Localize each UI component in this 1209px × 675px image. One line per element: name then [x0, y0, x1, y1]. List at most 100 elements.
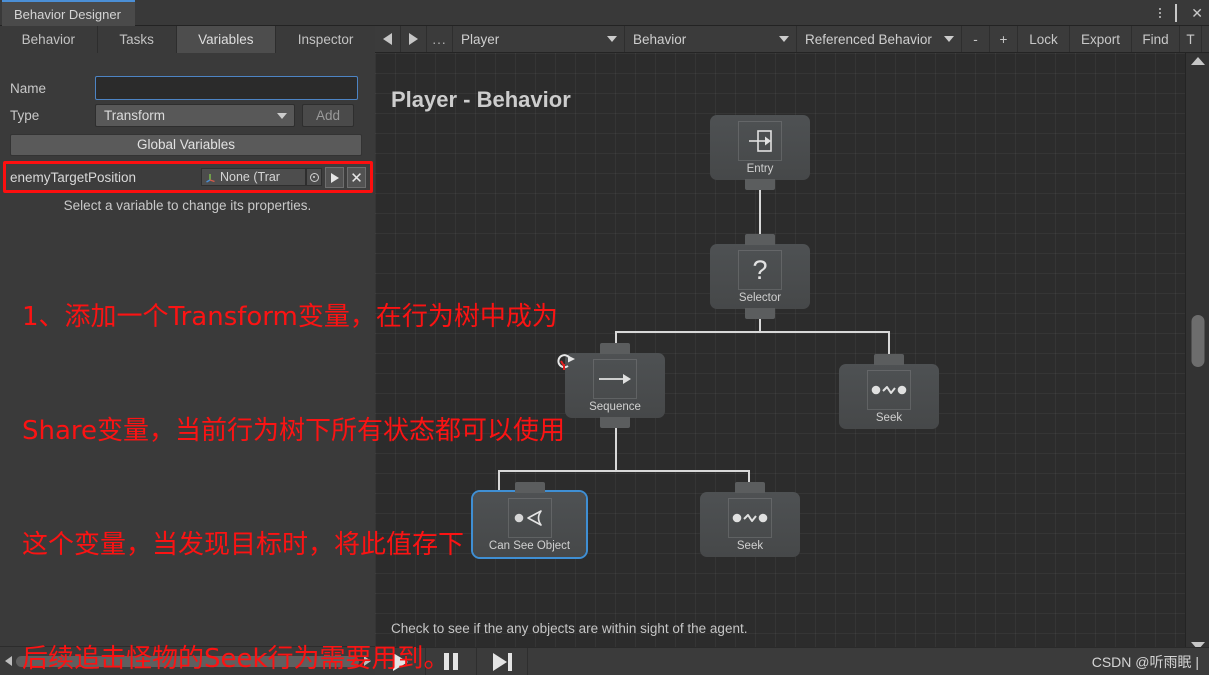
right-arrow-icon: [593, 359, 637, 399]
referenced-behavior-dropdown[interactable]: Referenced Behavior: [797, 26, 962, 52]
window-tab-behavior-designer[interactable]: Behavior Designer: [2, 0, 135, 26]
step-forward-icon: [492, 652, 512, 671]
tab-variables[interactable]: Variables: [176, 26, 277, 53]
scroll-left-arrow-icon[interactable]: [0, 656, 16, 666]
tab-inspector[interactable]: Inspector: [276, 26, 375, 53]
node-output-port[interactable]: [745, 308, 775, 319]
variables-panel: Behavior Tasks Variables Inspector Name …: [0, 26, 375, 646]
close-icon[interactable]: ✕: [1191, 6, 1203, 20]
entry-arrow-icon: [738, 121, 782, 161]
node-input-port[interactable]: [735, 482, 765, 493]
breadcrumb-more-button[interactable]: ...: [427, 26, 453, 52]
node-can-see-object[interactable]: Can See Object: [473, 482, 586, 557]
node-input-port[interactable]: [874, 354, 904, 365]
edge-sequence-bus: [498, 470, 750, 472]
name-input[interactable]: [95, 76, 358, 100]
window-title-bar: Behavior Designer ✕: [0, 0, 1209, 26]
window-controls: ✕: [1159, 0, 1203, 26]
task-description-text: Check to see if the any objects are with…: [391, 621, 748, 636]
node-seek-2[interactable]: Seek: [700, 482, 800, 557]
variables-hint-text: Select a variable to change its properti…: [63, 198, 312, 213]
remove-variable-button[interactable]: ✕: [347, 167, 366, 188]
node-label: Can See Object: [488, 540, 571, 552]
behavior-dropdown[interactable]: Behavior: [625, 26, 797, 52]
export-button[interactable]: Export: [1070, 26, 1132, 52]
referenced-behavior-value: Referenced Behavior: [805, 31, 932, 47]
step-button[interactable]: [477, 648, 528, 675]
tab-tasks[interactable]: Tasks: [97, 26, 177, 53]
object-dropdown-value: Player: [461, 31, 500, 47]
scroll-right-arrow-icon[interactable]: [359, 656, 375, 666]
variable-object-field[interactable]: None (Trar: [201, 168, 306, 186]
node-label: Seek: [875, 412, 903, 424]
node-label: Sequence: [589, 401, 641, 413]
chevron-down-icon: [607, 36, 617, 42]
panel-tabs: Behavior Tasks Variables Inspector: [0, 26, 375, 53]
node-label: Selector: [738, 292, 782, 304]
chevron-down-icon: [277, 112, 287, 119]
behavior-designer-window: Behavior Designer ✕ Behavior Tasks Varia…: [0, 0, 1209, 675]
type-label: Type: [10, 108, 40, 123]
nav-forward-button[interactable]: [401, 26, 427, 52]
seek-icon: [728, 498, 772, 538]
target-picker-icon[interactable]: [306, 168, 322, 186]
variable-name-label: enemyTargetPosition: [10, 169, 137, 185]
playback-toolbar: CSDN @听雨眠 |: [375, 647, 1209, 675]
play-arrow-icon[interactable]: [325, 167, 344, 188]
edge-selector-bus: [615, 331, 890, 333]
eye-cone-icon: [507, 498, 552, 538]
repeater-icon: [557, 354, 575, 370]
node-entry[interactable]: Entry: [710, 115, 810, 190]
graph-toolbar: ... Player Behavior Referenced Behavior …: [375, 26, 1209, 53]
add-variable-button[interactable]: Add: [302, 104, 354, 127]
graph-canvas[interactable]: Player - Behavior Entry ? Selector Seque…: [375, 53, 1185, 648]
maximize-icon[interactable]: [1175, 4, 1178, 22]
node-input-port[interactable]: [514, 482, 545, 493]
play-icon: [392, 652, 408, 671]
zoom-in-button[interactable]: +: [990, 26, 1018, 52]
variable-object-value: None (Trar: [220, 170, 280, 184]
play-button[interactable]: [375, 648, 426, 675]
scroll-thumb[interactable]: [16, 655, 359, 667]
find-button[interactable]: Find: [1132, 26, 1180, 52]
type-row: Type Transform Add: [0, 104, 375, 127]
type-dropdown[interactable]: Transform: [95, 104, 295, 127]
node-label: Entry: [746, 163, 774, 175]
node-output-port[interactable]: [745, 179, 775, 190]
toolbar-overflow-button[interactable]: T: [1180, 26, 1202, 52]
name-row: Name: [0, 76, 375, 100]
zoom-out-button[interactable]: -: [962, 26, 990, 52]
name-label: Name: [10, 80, 47, 96]
nav-back-button[interactable]: [375, 26, 401, 52]
variable-row-highlight: enemyTargetPosition None (Trar ✕: [3, 161, 373, 193]
object-dropdown[interactable]: Player: [453, 26, 625, 52]
kebab-menu-icon[interactable]: [1159, 8, 1162, 18]
node-selector[interactable]: ? Selector: [710, 234, 810, 319]
pause-button[interactable]: [426, 648, 477, 675]
node-output-port[interactable]: [600, 417, 630, 428]
scroll-up-arrow-icon[interactable]: [1190, 57, 1205, 65]
tab-behavior[interactable]: Behavior: [0, 26, 98, 53]
question-mark-icon: ?: [738, 250, 782, 290]
transform-axis-icon: [206, 174, 215, 183]
lock-button[interactable]: Lock: [1018, 26, 1070, 52]
chevron-down-icon: [779, 36, 789, 42]
type-dropdown-value: Transform: [104, 108, 166, 123]
node-input-port[interactable]: [600, 343, 630, 354]
node-seek-1[interactable]: Seek: [839, 354, 939, 429]
chevron-down-icon: [944, 36, 954, 42]
node-label: Seek: [736, 540, 764, 552]
graph-title: Player - Behavior: [391, 87, 571, 112]
behavior-dropdown-value: Behavior: [633, 31, 687, 47]
left-panel-horizontal-scrollbar[interactable]: [0, 646, 375, 675]
seek-icon: [867, 370, 911, 410]
node-input-port[interactable]: [745, 234, 775, 245]
node-sequence[interactable]: Sequence: [557, 343, 665, 428]
edge-bus-cansee: [498, 470, 500, 492]
scroll-track[interactable]: [16, 655, 359, 667]
variable-row[interactable]: enemyTargetPosition None (Trar ✕: [6, 164, 370, 190]
graph-vertical-scroll-thumb[interactable]: [1191, 315, 1204, 367]
global-variables-button[interactable]: Global Variables: [10, 134, 362, 156]
behavior-graph-panel: ... Player Behavior Referenced Behavior …: [375, 26, 1209, 675]
graph-vertical-scrollbar[interactable]: [1185, 53, 1209, 666]
